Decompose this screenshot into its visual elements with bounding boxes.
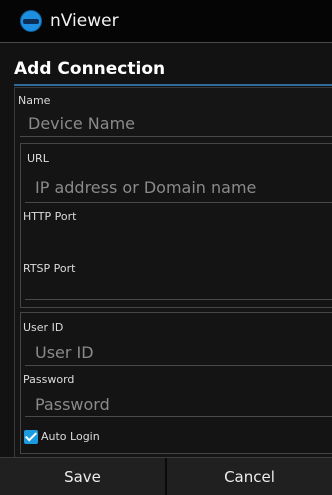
auto-login-label[interactable]: Auto Login bbox=[41, 430, 100, 443]
rtsp-port-underline bbox=[25, 299, 332, 300]
app-bar: nViewer bbox=[0, 0, 332, 42]
url-input[interactable]: IP address or Domain name bbox=[35, 178, 256, 197]
nviewer-logo-icon bbox=[20, 10, 42, 32]
password-input[interactable]: Password bbox=[35, 395, 110, 414]
cancel-button[interactable]: Cancel bbox=[167, 458, 332, 495]
app-bar-divider bbox=[0, 42, 332, 43]
password-label: Password bbox=[23, 373, 75, 386]
save-button[interactable]: Save bbox=[0, 458, 165, 495]
device-name-input[interactable]: Device Name bbox=[28, 114, 135, 133]
dialog-title-divider bbox=[14, 84, 332, 86]
user-id-input[interactable]: User ID bbox=[35, 343, 94, 362]
app-title: nViewer bbox=[50, 11, 119, 31]
address-group: URL IP address or Domain name HTTP Port … bbox=[20, 143, 332, 308]
button-bar: Save Cancel bbox=[0, 457, 332, 495]
name-label: Name bbox=[18, 94, 51, 107]
device-name-underline bbox=[20, 136, 332, 137]
user-id-label: User ID bbox=[23, 321, 64, 334]
url-underline bbox=[25, 202, 332, 203]
http-port-label: HTTP Port bbox=[23, 210, 77, 223]
url-label: URL bbox=[27, 152, 49, 165]
dialog-title: Add Connection bbox=[14, 59, 166, 79]
connection-form: Name Device Name URL IP address or Domai… bbox=[14, 87, 332, 458]
rtsp-port-label: RTSP Port bbox=[23, 262, 76, 275]
user-id-underline bbox=[25, 365, 332, 366]
password-underline bbox=[25, 416, 332, 417]
auto-login-checkbox[interactable] bbox=[24, 430, 38, 444]
